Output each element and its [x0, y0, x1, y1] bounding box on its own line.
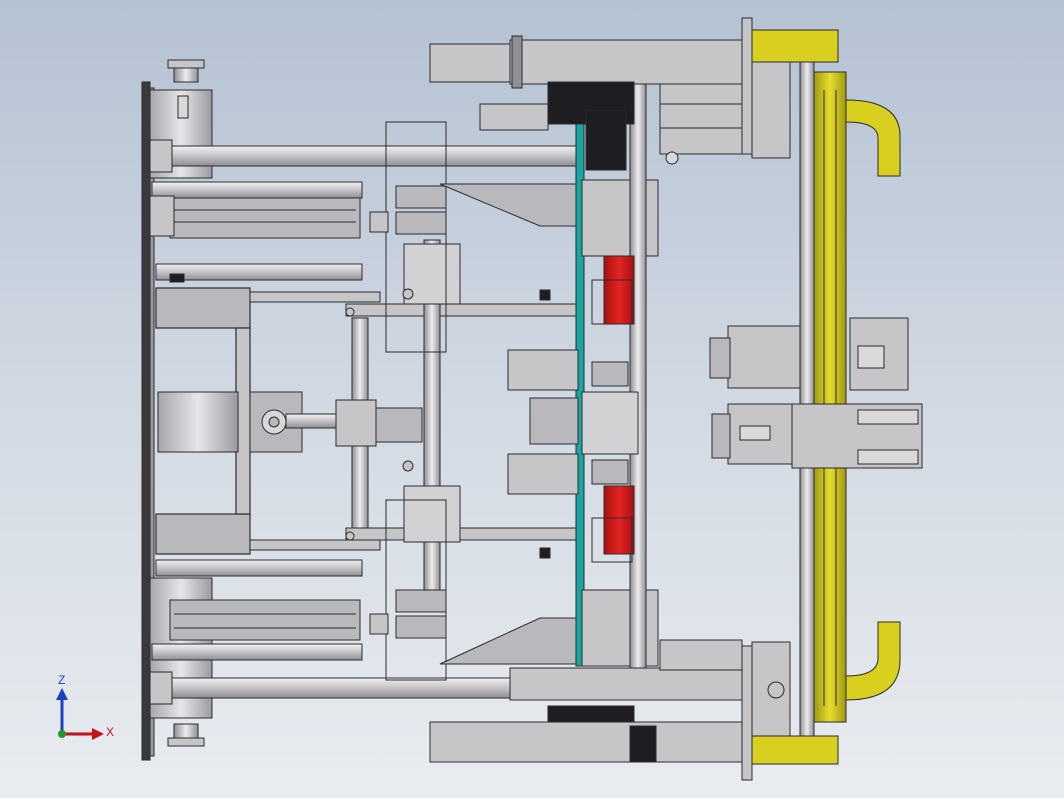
- cad-viewport[interactable]: Z X: [0, 0, 1064, 798]
- lower-gear: [767, 681, 785, 699]
- right-vertical-frame: [799, 35, 815, 763]
- bottom-rod-2: [151, 643, 363, 661]
- x-axis-label: X: [106, 725, 114, 739]
- upper-gusset: [439, 183, 579, 227]
- top-motor-plate: [429, 43, 511, 83]
- lower-gusset: [439, 617, 579, 665]
- yellow-rail: [813, 71, 847, 723]
- yellow-top-block: [751, 29, 839, 63]
- axis-triad: Z X: [56, 673, 114, 740]
- bottom-long-housing: [509, 667, 743, 701]
- lower-tie-bar: [345, 527, 577, 541]
- top-actuator-body: [169, 197, 361, 239]
- assembly-drawing: [141, 17, 923, 781]
- top-knob: [167, 59, 205, 83]
- yellow-hook-bottom: [845, 621, 901, 701]
- center-clamp: [335, 399, 377, 447]
- bottom-rod-3: [155, 559, 363, 577]
- yellow-bottom-block: [751, 735, 839, 765]
- left-base-plate: [141, 81, 151, 761]
- red-block-lower: [603, 485, 635, 555]
- upper-cross-plate: [249, 291, 381, 303]
- bottom-actuator-body: [169, 599, 361, 641]
- right-bracket-top: [741, 17, 753, 155]
- center-mechanism-mid: [529, 397, 579, 445]
- center-left-cylinder: [157, 391, 347, 453]
- red-block-upper: [603, 255, 635, 325]
- top-guide-rod: [149, 145, 583, 167]
- center-mechanism-lower: [507, 453, 579, 495]
- top-rod-3: [155, 263, 363, 281]
- yellow-hook-top: [845, 99, 901, 177]
- right-center-block-top: [581, 179, 659, 257]
- lower-bushing-block: [403, 485, 461, 543]
- right-bracket-bottom: [741, 645, 753, 781]
- top-gear-housing: [479, 103, 549, 131]
- z-axis-label: Z: [58, 673, 65, 687]
- top-rod-2: [151, 181, 363, 199]
- right-center-block-bottom: [581, 589, 659, 667]
- lower-cross-plate: [249, 539, 381, 551]
- top-long-housing: [509, 39, 743, 85]
- center-block-right: [581, 391, 639, 455]
- right-module-upper-left: [727, 325, 801, 389]
- bottom-knob: [167, 723, 205, 747]
- center-mechanism-upper: [507, 349, 579, 391]
- upper-tie-bar: [345, 303, 577, 317]
